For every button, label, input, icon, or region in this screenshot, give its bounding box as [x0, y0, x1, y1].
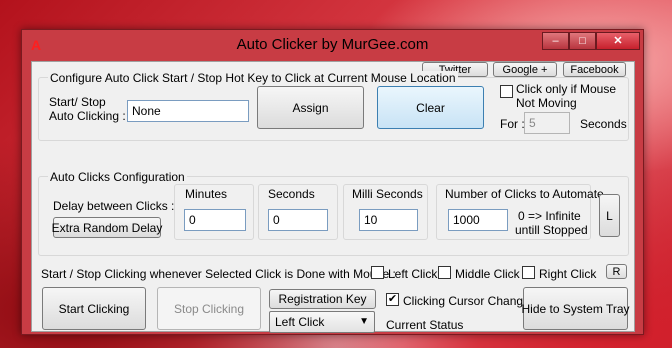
for-label: For :	[500, 117, 525, 131]
r-button[interactable]: R	[606, 264, 627, 279]
delay-label: Delay between Clicks :	[53, 199, 175, 213]
click-only-label-line1: Click only if Mouse	[516, 82, 617, 96]
mouse-click-label: Start / Stop Clicking whenever Selected …	[41, 267, 396, 281]
milli-seconds-input[interactable]: 10	[359, 209, 418, 231]
minimize-button[interactable]: –	[542, 32, 569, 50]
left-click-label: Left Click	[388, 267, 438, 281]
l-button[interactable]: L	[599, 194, 620, 237]
seconds-label: Seconds	[268, 187, 315, 201]
extra-random-delay-button[interactable]: Extra Random Delay	[52, 217, 162, 238]
hotkey-heading: Configure Auto Click Start / Stop Hot Ke…	[48, 71, 458, 85]
num-clicks-input[interactable]: 1000	[448, 209, 508, 231]
click-only-label-line2: Not Moving	[516, 96, 577, 110]
hotkey-label-line1: Start/ Stop	[49, 95, 106, 109]
minutes-label: Minutes	[185, 187, 228, 201]
cursor-change-label: Clicking Cursor Change	[403, 294, 530, 308]
for-seconds-input[interactable]: 5	[524, 112, 570, 134]
clear-button[interactable]: Clear	[377, 86, 484, 129]
seconds-input[interactable]: 0	[268, 209, 328, 231]
click-type-value: Left Click	[275, 315, 325, 329]
app-window: A Auto Clicker by MurGee.com – □ ✕ Twitt…	[21, 29, 644, 335]
num-clicks-label: Number of Clicks to Automate	[445, 187, 604, 201]
hotkey-input[interactable]: None	[127, 100, 249, 122]
for-seconds-label: Seconds	[580, 117, 627, 131]
maximize-button[interactable]: □	[569, 32, 596, 50]
middle-click-label: Middle Click	[455, 267, 520, 281]
right-click-checkbox[interactable]	[522, 266, 535, 279]
stop-clicking-button[interactable]: Stop Clicking	[157, 287, 261, 330]
chevron-down-icon: ▼	[359, 316, 369, 327]
click-only-if-not-moving-checkbox[interactable]	[500, 85, 513, 98]
close-button[interactable]: ✕	[596, 32, 640, 50]
infinite-hint-line1: 0 => Infinite	[518, 209, 581, 223]
facebook-button[interactable]: Facebook	[563, 62, 626, 77]
left-click-checkbox[interactable]	[371, 266, 384, 279]
click-type-select[interactable]: Left Click ▼	[269, 311, 375, 333]
right-click-label: Right Click	[539, 267, 597, 281]
start-clicking-button[interactable]: Start Clicking	[42, 287, 146, 330]
milli-seconds-label: Milli Seconds	[352, 187, 423, 201]
assign-button[interactable]: Assign	[257, 86, 364, 129]
google-plus-button[interactable]: Google +	[493, 62, 557, 77]
registration-key-button[interactable]: Registration Key	[269, 289, 376, 309]
infinite-hint-line2: untill Stopped	[515, 223, 588, 237]
minutes-input[interactable]: 0	[184, 209, 246, 231]
main-panel: Twitter Google + Facebook Configure Auto…	[31, 61, 635, 333]
config-heading: Auto Clicks Configuration	[48, 170, 187, 184]
title-bar[interactable]: A Auto Clicker by MurGee.com – □ ✕	[22, 30, 643, 60]
cursor-change-checkbox[interactable]: ✔	[386, 293, 399, 306]
middle-click-checkbox[interactable]	[438, 266, 451, 279]
current-status-label: Current Status	[386, 318, 464, 332]
hide-to-tray-button[interactable]: Hide to System Tray	[521, 287, 630, 330]
hotkey-label-line2: Auto Clicking :	[49, 109, 126, 123]
